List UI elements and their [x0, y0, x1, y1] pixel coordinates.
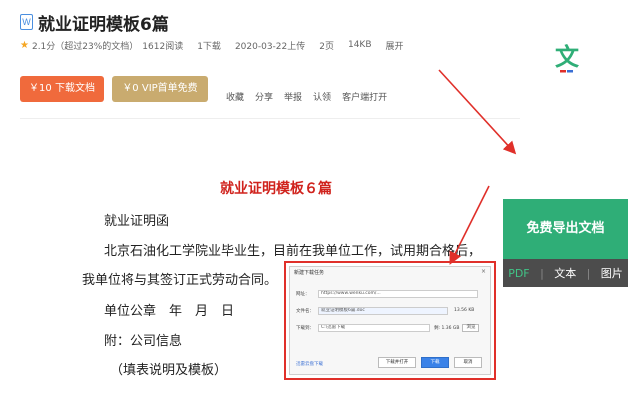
dialog-path-row: 下载到： C:\迅雷下载 剩: 1.36 GB 浏览: [296, 323, 480, 332]
expand-link[interactable]: 展开: [386, 39, 404, 52]
word-doc-icon: W: [20, 14, 33, 30]
report-link[interactable]: 举报: [284, 90, 302, 103]
wenku-brand-icon: 文: [547, 38, 587, 80]
download-dialog: 新建下载任务 × 网址： https://www.wenku.com/... 文…: [289, 266, 491, 375]
format-separator: |: [540, 266, 544, 280]
cloud-download-link[interactable]: 迅雷云盘下载: [296, 361, 323, 367]
dialog-title: 新建下载任务 ×: [294, 268, 486, 276]
path-field[interactable]: C:\迅雷下载: [318, 323, 430, 332]
page-title: 就业证明模板6篇: [38, 15, 169, 35]
dialog-cancel-button[interactable]: 取消: [454, 357, 482, 368]
doc-line: 我单位将与其签订正式劳动合同。: [82, 273, 278, 288]
star-icon: ★: [20, 39, 29, 51]
url-label: 网址：: [296, 291, 310, 297]
dialog-name-row: 文件名： 就业证明模板6篇.doc 13.56 KB: [296, 306, 474, 315]
claim-link[interactable]: 认领: [313, 90, 331, 103]
share-link[interactable]: 分享: [255, 90, 273, 103]
svg-text:文: 文: [555, 43, 580, 71]
format-image[interactable]: 图片: [601, 265, 623, 281]
export-panel: 免费导出文档 PDF | 文本 | 图片: [503, 199, 628, 289]
doc-line: 就业证明函: [104, 214, 170, 229]
read-count: 1612阅读: [142, 41, 184, 52]
doc-meta: ★ 2.1分（超过23%的文档） 1612阅读 1下载 2020-03-22上传…: [20, 38, 418, 52]
rating-text: 2.1分（超过23%的文档）: [31, 41, 139, 52]
file-size-text: 13.56 KB: [454, 308, 475, 313]
upload-date: 2020-03-22上传: [234, 41, 306, 52]
page-count: 2页: [319, 41, 334, 52]
doc-line: 单位公章 年 月 日: [104, 304, 235, 319]
file-size: 14KB: [347, 40, 372, 50]
format-pdf[interactable]: PDF: [508, 267, 529, 280]
arrow-to-export-panel: [438, 69, 517, 155]
download-count: 1下载: [197, 41, 221, 52]
free-space-text: 剩: 1.36 GB: [434, 325, 460, 331]
doc-line: （填表说明及模板）: [110, 363, 228, 378]
url-field[interactable]: https://www.wenku.com/...: [318, 289, 478, 298]
doc-line: 附：公司信息: [104, 334, 183, 349]
filename-label: 文件名：: [296, 308, 314, 314]
close-icon[interactable]: ×: [481, 268, 486, 275]
path-label: 下载到：: [296, 325, 314, 331]
download-button[interactable]: ￥10 下载文档: [20, 76, 104, 102]
export-formats: PDF | 文本 | 图片: [503, 259, 628, 287]
open-in-client-link[interactable]: 客户端打开: [342, 90, 387, 103]
action-links: 收藏 分享 举报 认领 客户端打开: [226, 90, 398, 103]
favorite-link[interactable]: 收藏: [226, 90, 244, 103]
free-export-button[interactable]: 免费导出文档: [503, 199, 628, 259]
browse-button[interactable]: 浏览: [462, 323, 480, 332]
format-text[interactable]: 文本: [554, 265, 576, 281]
vip-free-button[interactable]: ￥0 VIP首单免费: [112, 76, 208, 102]
dialog-url-row: 网址： https://www.wenku.com/...: [296, 289, 478, 298]
document-heading: 就业证明模板６篇: [220, 181, 332, 197]
header-divider: [20, 118, 520, 119]
download-dialog-frame: 新建下载任务 × 网址： https://www.wenku.com/... 文…: [284, 261, 496, 380]
filename-field[interactable]: 就业证明模板6篇.doc: [318, 306, 448, 315]
download-and-open-button[interactable]: 下载并打开: [378, 357, 416, 368]
format-separator: |: [586, 266, 591, 280]
doc-line: 北京石油化工学院业毕业生，目前在我单位工作，试用期合格后，: [104, 244, 482, 259]
dialog-download-button[interactable]: 下载: [421, 357, 449, 368]
